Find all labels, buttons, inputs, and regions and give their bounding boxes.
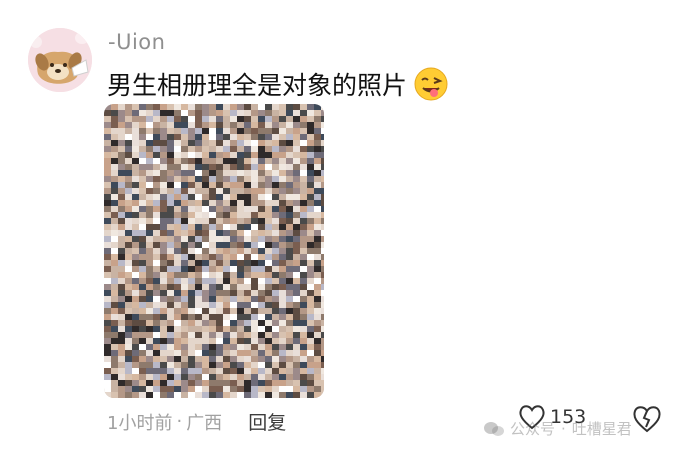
- comment-text: 男生相册理全是对象的照片: [107, 71, 408, 100]
- comment-meta: 1小时前 · 广西 回复: [107, 408, 286, 435]
- avatar[interactable]: [28, 28, 92, 92]
- comment-text-row: 男生相册理全是对象的照片: [107, 66, 449, 102]
- winking-face-with-tongue-icon: [413, 66, 449, 102]
- dislike-button[interactable]: [632, 405, 662, 437]
- watermark-left: 公众号: [510, 420, 556, 438]
- username[interactable]: -Uion: [108, 30, 165, 54]
- comment-location: 广西: [186, 412, 223, 434]
- watermark-separator: ·: [561, 419, 566, 438]
- broken-heart-icon: [633, 406, 661, 433]
- photo-collage-image[interactable]: [104, 104, 324, 398]
- collage-mosaic: [104, 104, 324, 398]
- reply-button[interactable]: 回复: [248, 408, 286, 435]
- comment-time: 1小时前: [107, 412, 173, 434]
- watermark: 公众号 · 吐槽星君: [484, 418, 632, 439]
- meta-separator: ·: [176, 411, 183, 432]
- wechat-icon: [484, 421, 504, 437]
- watermark-right: 吐槽星君: [571, 420, 632, 438]
- dog-avatar-icon: [28, 28, 92, 92]
